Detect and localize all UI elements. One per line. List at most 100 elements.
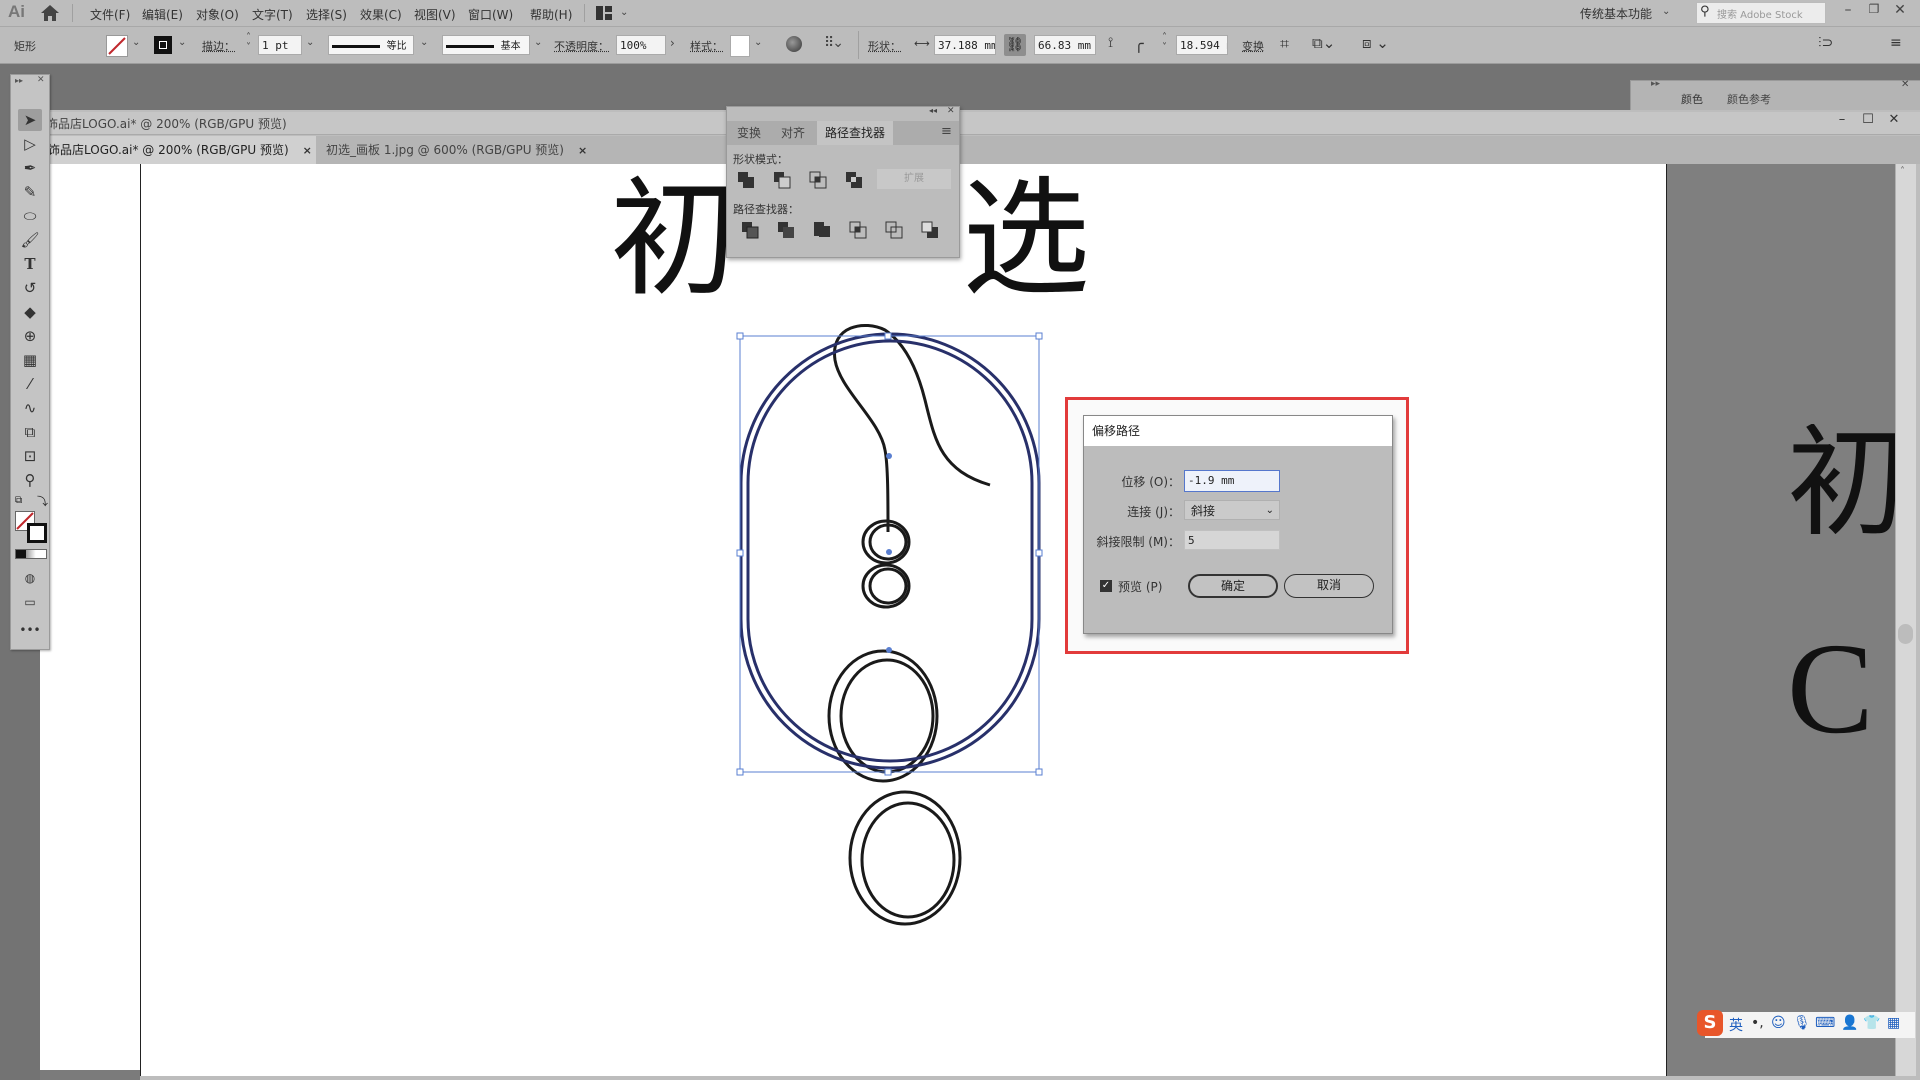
puppet-warp-icon[interactable]: ⧈ ⌄ <box>1362 34 1389 52</box>
emoji-icon[interactable]: ☺ <box>1771 1015 1786 1031</box>
close-panel-icon[interactable]: ✕ <box>1901 79 1909 90</box>
align-grid-icon[interactable]: ⠿⌄ <box>824 35 844 51</box>
transform-link[interactable]: 变换 <box>1242 38 1264 54</box>
merge-icon[interactable] <box>813 221 831 239</box>
joins-select[interactable]: 斜接 ⌄ <box>1184 500 1280 520</box>
variable-width-profile[interactable]: 等比 <box>328 35 414 55</box>
outline-icon[interactable] <box>885 221 903 239</box>
minimize-button[interactable]: – <box>1836 2 1860 22</box>
expand-button[interactable]: 扩展 <box>877 169 951 189</box>
microphone-icon[interactable]: 🎙 <box>1793 1015 1811 1031</box>
artboard-tool-icon[interactable]: ⊡ <box>18 445 42 467</box>
chevron-down-icon[interactable]: ⌄ <box>620 7 628 18</box>
punctuation-icon[interactable]: •, <box>1751 1015 1764 1031</box>
pendant-artwork[interactable] <box>720 320 1050 960</box>
chevron-right-icon[interactable]: › <box>670 36 675 50</box>
panel-options-icon[interactable]: ⫶⊃ <box>1818 35 1833 51</box>
shape-builder-tool-icon[interactable]: ⊕ <box>18 325 42 347</box>
panel-grip[interactable]: ▸▸ <box>15 76 23 85</box>
brush-definition[interactable]: 基本 <box>442 35 530 55</box>
more-tools-icon[interactable]: ••• <box>18 619 42 641</box>
stroke-stepper[interactable]: ˄ ˅ <box>246 33 251 53</box>
menu-object[interactable]: 对象(O) <box>196 6 239 23</box>
screen-mode-icon[interactable]: ▭ <box>18 591 42 613</box>
doc-minimize-button[interactable]: – <box>1830 112 1854 132</box>
tab-jpg-document[interactable]: 初选_画板 1.jpg @ 600% (RGB/GPU 预览) × <box>318 136 588 164</box>
doc-maximize-button[interactable]: ☐ <box>1856 112 1880 132</box>
stock-search-box[interactable]: ⚲ 搜索 Adobe Stock <box>1696 2 1826 24</box>
zoom-tool-icon[interactable]: ⚲ <box>18 469 42 491</box>
preview-label[interactable]: 预览 (P) <box>1118 578 1162 595</box>
tab-color[interactable]: 颜色 <box>1681 91 1703 111</box>
drawing-mode-icon[interactable]: ◍ <box>18 567 42 589</box>
tab-align[interactable]: 对齐 <box>773 121 813 145</box>
direct-selection-tool-icon[interactable]: ▷ <box>18 133 42 155</box>
panel-menu-icon[interactable]: ≡ <box>941 124 952 139</box>
style-label[interactable]: 样式： <box>690 38 723 54</box>
recolor-artwork-icon[interactable] <box>786 36 802 52</box>
chevron-down-icon[interactable]: ⌄ <box>178 37 186 48</box>
close-tab-icon[interactable]: × <box>578 144 587 157</box>
skin-icon[interactable]: 👕 <box>1863 1015 1880 1031</box>
menu-window[interactable]: 窗口(W) <box>468 6 513 23</box>
close-panel-icon[interactable]: ✕ <box>37 75 45 85</box>
ellipse-tool-icon[interactable]: ⬭ <box>18 205 42 227</box>
menu-file[interactable]: 文件(F) <box>90 6 130 23</box>
close-app-button[interactable]: ✕ <box>1888 2 1912 22</box>
tab-logo-document[interactable]: 饰品店LOGO.ai* @ 200% (RGB/GPU 预览) × <box>40 136 316 164</box>
selection-tool-icon[interactable]: ➤ <box>18 109 42 131</box>
stroke-label[interactable]: 描边： <box>202 38 235 54</box>
gradient-tool-icon[interactable]: ▦ <box>18 349 42 371</box>
workspace-switcher[interactable]: 传统基本功能 <box>1580 5 1652 22</box>
logo-char-1[interactable]: 初 <box>610 170 738 310</box>
scroll-thumb[interactable] <box>1898 624 1913 644</box>
paintbrush-tool-icon[interactable]: 🖌 <box>18 229 42 251</box>
menu-effect[interactable]: 效果(C) <box>360 6 402 23</box>
constrain-link-icon[interactable]: ⛓ <box>1004 34 1026 56</box>
height-field[interactable]: 66.83 mm <box>1034 35 1096 55</box>
eyedropper-tool-icon[interactable]: ⁄ <box>18 373 42 395</box>
trim-icon[interactable] <box>777 221 795 239</box>
home-icon[interactable] <box>40 4 60 22</box>
search-input[interactable]: 搜索 Adobe Stock <box>1717 6 1803 21</box>
curvature-tool-icon[interactable]: ✎ <box>18 181 42 203</box>
type-tool-icon[interactable]: T <box>18 253 42 275</box>
menu-icon[interactable]: ≡ <box>1890 35 1902 51</box>
color-mode-buttons[interactable] <box>15 549 47 559</box>
unite-icon[interactable] <box>737 171 755 189</box>
close-panel-icon[interactable]: ✕ <box>947 106 955 116</box>
swap-colors-icon[interactable]: ⤵ <box>37 493 48 509</box>
chevron-down-icon[interactable]: ⌄ <box>306 37 314 48</box>
keyboard-icon[interactable]: ⌨ <box>1815 1015 1835 1031</box>
isolate-icon[interactable]: ⌗ <box>1280 34 1289 54</box>
crop-icon[interactable] <box>849 221 867 239</box>
user-icon[interactable]: 👤 <box>1841 1015 1858 1031</box>
minus-front-icon[interactable] <box>773 171 791 189</box>
arrange-documents-icon[interactable] <box>596 6 612 20</box>
width-field[interactable]: 37.188 mm <box>934 35 996 55</box>
tab-pathfinder[interactable]: 路径查找器 <box>817 121 894 145</box>
transform-each-icon[interactable]: ⧉⌄ <box>1312 34 1335 52</box>
tab-transform[interactable]: 变换 <box>729 121 769 145</box>
tab-color-guide[interactable]: 颜色参考 <box>1727 91 1771 111</box>
intersect-icon[interactable] <box>809 171 827 189</box>
chevron-down-icon[interactable]: ⌄ <box>132 37 140 48</box>
minus-back-icon[interactable] <box>921 221 939 239</box>
cancel-button[interactable]: 取消 <box>1284 574 1374 598</box>
divide-icon[interactable] <box>741 221 759 239</box>
restore-button[interactable]: ❐ <box>1862 2 1886 22</box>
offset-input[interactable]: -1.9 mm <box>1184 470 1280 492</box>
close-tab-icon[interactable]: × <box>303 144 312 157</box>
sogou-logo-icon[interactable]: S <box>1697 1010 1723 1036</box>
collapse-panel-icon[interactable]: ◂◂ <box>929 106 937 115</box>
exclude-icon[interactable] <box>845 171 863 189</box>
default-colors-icon[interactable]: ⧉ <box>15 495 22 506</box>
chevron-down-icon[interactable]: ⌄ <box>1662 6 1670 17</box>
fill-swatch[interactable] <box>106 35 128 57</box>
shape-label[interactable]: 形状： <box>868 38 901 54</box>
chevron-down-icon[interactable]: ⌄ <box>754 37 762 48</box>
miter-limit-input[interactable]: 5 <box>1184 530 1280 550</box>
vertical-scrollbar[interactable]: ˄ <box>1895 164 1916 1076</box>
scroll-up-icon[interactable]: ˄ <box>1900 166 1905 177</box>
menu-help[interactable]: 帮助(H) <box>530 6 572 23</box>
